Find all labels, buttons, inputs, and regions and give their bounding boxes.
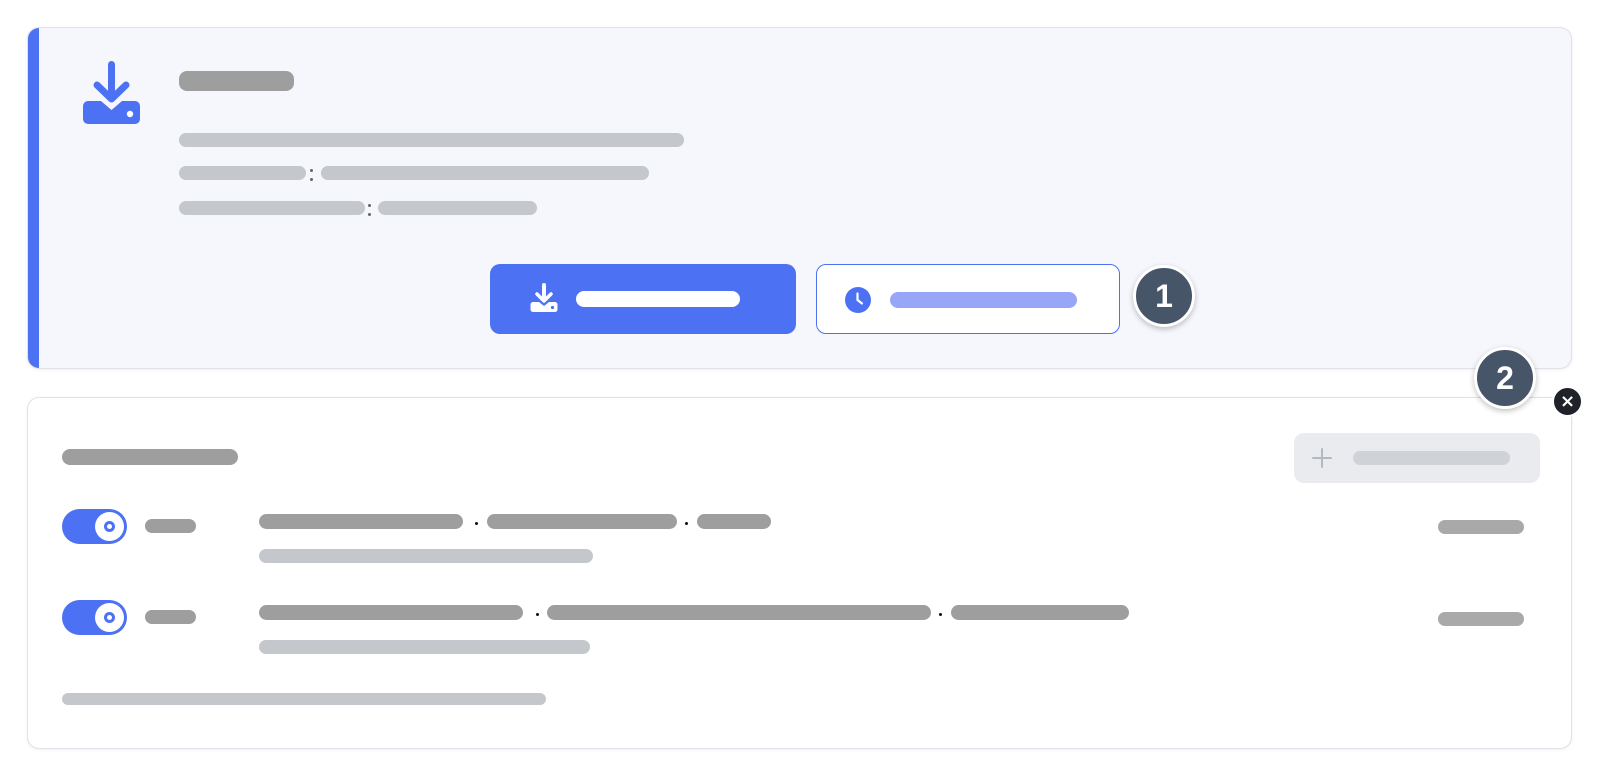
primary-button-label bbox=[576, 291, 740, 307]
download-to-drive-icon bbox=[83, 61, 140, 124]
detail-1-value bbox=[321, 166, 649, 180]
schedule-later-button[interactable] bbox=[816, 264, 1120, 334]
colon-separator bbox=[310, 169, 313, 181]
download-icon bbox=[530, 283, 558, 312]
schedule-title bbox=[62, 449, 238, 465]
schedule-days bbox=[487, 514, 677, 529]
schedule-status bbox=[1438, 612, 1524, 626]
schedule-target bbox=[951, 605, 1129, 620]
dot-separator bbox=[939, 613, 942, 616]
colon-separator bbox=[368, 204, 371, 216]
schedule-time bbox=[259, 605, 523, 620]
secondary-button-label bbox=[890, 292, 1077, 308]
add-button-label bbox=[1353, 451, 1510, 465]
schedule-subtitle bbox=[259, 640, 590, 654]
dot-separator bbox=[475, 522, 478, 525]
toggle-label bbox=[145, 610, 196, 624]
schedule-subtitle bbox=[259, 549, 593, 563]
close-icon[interactable]: × bbox=[1552, 386, 1583, 417]
schedule-card bbox=[27, 397, 1572, 749]
clock-icon bbox=[845, 287, 871, 313]
notice-title bbox=[179, 71, 294, 91]
download-now-button[interactable] bbox=[490, 264, 796, 334]
schedule-time bbox=[259, 514, 463, 529]
detail-1-label bbox=[179, 166, 306, 180]
schedule-footer-note bbox=[62, 693, 546, 705]
plus-icon bbox=[1312, 448, 1332, 468]
schedule-toggle[interactable] bbox=[62, 600, 127, 635]
schedule-status bbox=[1438, 520, 1524, 534]
dot-separator bbox=[536, 613, 539, 616]
schedule-target bbox=[697, 514, 771, 529]
detail-2-value bbox=[378, 201, 537, 215]
notice-description bbox=[179, 133, 684, 147]
step-callout-1: 1 bbox=[1133, 265, 1195, 327]
add-schedule-button[interactable] bbox=[1294, 433, 1540, 483]
accent-stripe bbox=[28, 28, 39, 368]
page: 1 2 × bbox=[0, 0, 1600, 778]
schedule-days bbox=[547, 605, 931, 620]
detail-2-label bbox=[179, 201, 365, 215]
step-callout-2: 2 bbox=[1474, 347, 1536, 409]
schedule-toggle[interactable] bbox=[62, 509, 127, 544]
update-notice-card bbox=[27, 27, 1572, 369]
dot-separator bbox=[685, 522, 688, 525]
toggle-label bbox=[145, 519, 196, 533]
